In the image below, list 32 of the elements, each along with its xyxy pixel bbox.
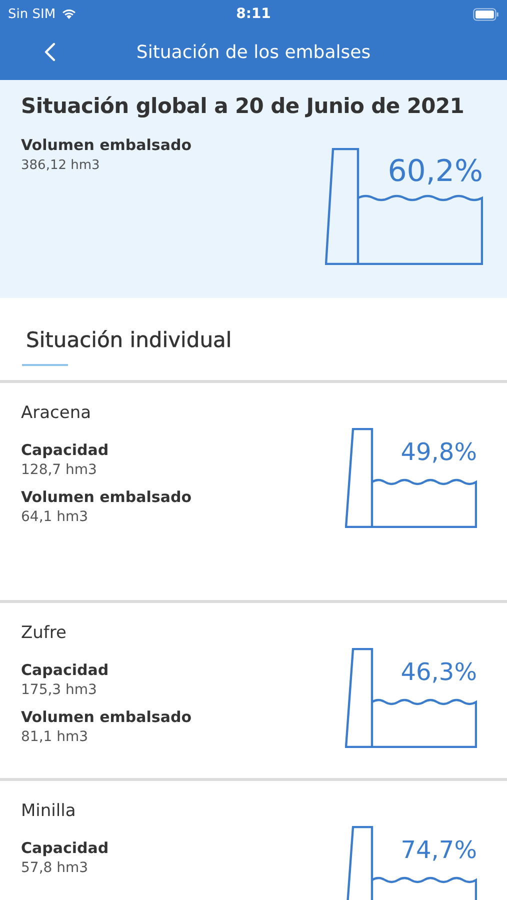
capacity-label: Capacidad [21, 661, 110, 679]
capacity-value: 57,8 hm3 [21, 860, 90, 876]
fill-percentage: 46,3% [400, 658, 477, 686]
back-button[interactable] [44, 42, 56, 62]
volume-label: Volumen embalsado [21, 136, 192, 154]
battery-icon [473, 8, 499, 20]
dam-icon [325, 148, 483, 265]
fill-percentage: 74,7% [400, 836, 477, 864]
capacity-label: Capacidad [21, 441, 110, 459]
capacity-label: Capacidad [21, 839, 109, 857]
volume-label: Volumen embalsado [21, 708, 192, 726]
reservoir-name: Minilla [21, 801, 77, 821]
reservoir-name: Zufre [21, 623, 68, 643]
clock-text: 8:11 [236, 6, 271, 22]
reservoir-name: Aracena [21, 403, 92, 423]
volume-value: 64,1 hm3 [21, 509, 90, 525]
volume-value: 81,1 hm3 [21, 729, 90, 745]
dam-icon [345, 648, 477, 748]
volume-label: Volumen embalsado [21, 488, 192, 506]
section-heading: Situación individual [26, 328, 233, 352]
wifi-icon [60, 8, 77, 20]
screen-title: Situación de los embalses [135, 42, 372, 62]
heading-underline [22, 364, 68, 366]
dam-icon [345, 428, 477, 528]
carrier-text: Sin SIM [8, 6, 56, 22]
global-title: Situación global a 20 de Junio de 2021 [21, 94, 466, 118]
fill-percentage: 49,8% [400, 438, 477, 466]
fill-percentage: 60,2% [388, 154, 483, 189]
volume-value: 386,12 hm3 [21, 158, 101, 173]
capacity-value: 128,7 hm3 [21, 462, 98, 478]
capacity-value: 175,3 hm3 [21, 682, 98, 698]
dam-icon [345, 826, 477, 900]
